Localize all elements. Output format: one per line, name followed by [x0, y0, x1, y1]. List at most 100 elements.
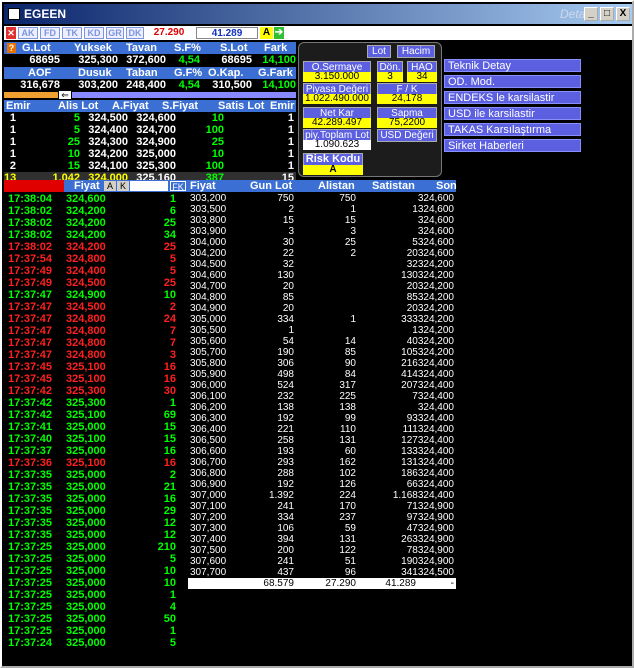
- hdr-fark: Fark: [264, 42, 288, 54]
- order-cell: 324,900: [136, 136, 176, 148]
- trade-cell: 17:37:45: [8, 361, 53, 373]
- gr-button[interactable]: GR: [106, 27, 124, 39]
- usd-degeri-button[interactable]: USD Değeri: [377, 129, 437, 142]
- trade-cell: 325,000: [66, 517, 106, 529]
- summary-values-2: 316,678 303,200 248,400 4,54 310,500 14,…: [4, 79, 296, 91]
- trade-cell: 17:37:25: [8, 577, 53, 589]
- menu-usd-karsilastir[interactable]: USD ile karsilastir: [444, 107, 581, 120]
- hacim-button[interactable]: Hacim: [397, 45, 435, 58]
- maximize-button[interactable]: □: [600, 7, 614, 21]
- close-icon[interactable]: ✕: [6, 27, 16, 39]
- val-gfark: 14,100: [262, 79, 296, 91]
- trade-cell: 17:37:25: [8, 541, 53, 553]
- trade-cell: 324,800: [66, 253, 106, 265]
- hdr-alis-lot: Alis Lot: [58, 100, 99, 112]
- trade-row: 17:37:35 325,000 2: [4, 469, 190, 481]
- trade-row: 17:37:42 325,300 30: [4, 385, 190, 397]
- trade-cell: 5: [169, 553, 176, 565]
- trade-cell: 325,300: [66, 397, 106, 409]
- orders-header: Emir Alis Lot A.Fiyat S.Fiyat Satis Lot …: [4, 100, 296, 112]
- trade-row: 17:37:47 324,800 3: [4, 349, 190, 361]
- trade-row: 17:37:25 325,000 210: [4, 541, 190, 553]
- order-row: 1 5 324,400 324,700 100 1: [4, 124, 296, 136]
- trade-cell: 34: [163, 229, 176, 241]
- arrow-right-icon[interactable]: ➔: [274, 27, 284, 39]
- trade-cell: 324,200: [66, 241, 106, 253]
- hdr-sf: S.F%: [174, 42, 201, 54]
- trade-cell: 324,800: [66, 337, 106, 349]
- trade-row: 17:37:25 325,000 10: [4, 565, 190, 577]
- trade-cell: 325,000: [66, 601, 106, 613]
- fk-value: 24,178: [377, 94, 437, 104]
- piyasa-degeri-value: 1.022.490.000: [303, 94, 371, 104]
- order-row: 2 15 324,100 325,300 100 1: [4, 160, 296, 172]
- hdr-gfark: G.Fark: [258, 67, 293, 79]
- close-button[interactable]: X: [616, 7, 630, 21]
- total-alistan: 27.290: [325, 578, 356, 589]
- hdr-gun-lot: Gun Lot: [250, 180, 293, 192]
- minimize-button[interactable]: _: [584, 7, 598, 21]
- dk-button[interactable]: DK: [126, 27, 144, 39]
- order-cell: 1: [287, 112, 294, 124]
- trade-cell: 325,000: [66, 625, 106, 637]
- val-glot: 68695: [29, 54, 60, 66]
- menu-takas-karsilastirma[interactable]: TAKAS Karsılaştırma: [444, 123, 581, 136]
- order-cell: 324,700: [136, 124, 176, 136]
- trades-fk-button[interactable]: FK: [170, 181, 186, 192]
- trade-cell: 17:37:24: [8, 637, 53, 649]
- menu-sirket-haberleri[interactable]: Sirket Haberleri: [444, 139, 581, 152]
- trade-cell: 25: [163, 241, 176, 253]
- kd-button[interactable]: KD: [84, 27, 104, 39]
- arrow-left-icon[interactable]: ⇐: [58, 90, 72, 100]
- order-cell: 5: [73, 112, 80, 124]
- help-icon[interactable]: ?: [7, 43, 16, 53]
- trade-cell: 15: [163, 433, 176, 445]
- trade-row: 17:37:41 325,000 15: [4, 421, 190, 433]
- trade-cell: 3: [169, 349, 176, 361]
- order-cell: 10: [211, 112, 224, 124]
- trade-cell: 17:37:45: [8, 373, 53, 385]
- trade-cell: 324,200: [66, 217, 106, 229]
- trade-cell: 17:38:02: [8, 229, 53, 241]
- lot-button[interactable]: Lot: [367, 45, 391, 58]
- order-cell: 324,600: [136, 112, 176, 124]
- menu-endeks-karsilastir[interactable]: ENDEKS le karsilastir: [444, 91, 581, 104]
- trade-row: 17:38:02 324,200 25: [4, 217, 190, 229]
- trade-row: 17:38:02 324,200 34: [4, 229, 190, 241]
- hdr-slot: S.Lot: [220, 42, 248, 54]
- trade-cell: 325,000: [66, 577, 106, 589]
- title-bar[interactable]: EGEEN Detay _ □ X: [4, 4, 632, 24]
- depth-ratio-bar: ⇐: [4, 90, 296, 100]
- hdr-gf: G.F%: [174, 67, 203, 79]
- order-cell: 1: [9, 124, 16, 136]
- trade-cell: 325,000: [66, 553, 106, 565]
- fd-button[interactable]: FD: [40, 27, 60, 39]
- trades-k-button[interactable]: K: [117, 181, 129, 191]
- trade-cell: 324,500: [66, 301, 106, 313]
- menu-teknik-detay[interactable]: Teknik Detay: [444, 59, 581, 72]
- trade-row: 17:37:47 324,900 10: [4, 289, 190, 301]
- tk-button[interactable]: TK: [62, 27, 82, 39]
- trade-cell: 17:37:49: [8, 277, 53, 289]
- trade-cell: 12: [163, 529, 176, 541]
- a-indicator[interactable]: A: [260, 27, 273, 39]
- trades-a-button[interactable]: A: [104, 181, 116, 191]
- order-cell: 100: [205, 160, 224, 172]
- trade-cell: 1: [169, 397, 176, 409]
- depth-totals: 68.579 27.290 41.289 -: [188, 578, 456, 589]
- order-cell: 324,200: [88, 148, 128, 160]
- menu-od-mod[interactable]: OD. Mod.: [444, 75, 581, 88]
- trade-cell: 325,100: [66, 457, 106, 469]
- order-cell: 100: [205, 124, 224, 136]
- trade-cell: 15: [163, 421, 176, 433]
- order-cell: 324,300: [88, 136, 128, 148]
- trade-cell: 324,600: [66, 193, 106, 205]
- val-gf: 4,54: [178, 79, 200, 91]
- trade-cell: 324,800: [66, 349, 106, 361]
- trade-cell: 325,300: [66, 385, 106, 397]
- hdr-glot: G.Lot: [22, 42, 51, 54]
- ak-button[interactable]: AK: [18, 27, 38, 39]
- order-cell: 325,000: [136, 148, 176, 160]
- trade-cell: 325,000: [66, 445, 106, 457]
- order-cell: 324,500: [88, 112, 128, 124]
